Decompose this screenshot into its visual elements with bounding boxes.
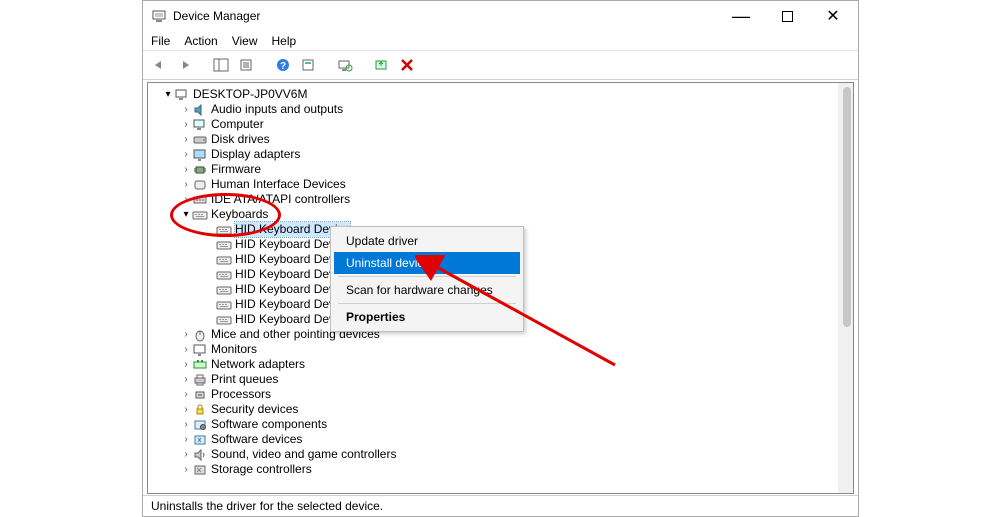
app-icon (151, 8, 167, 24)
root-label: DESKTOP-JP0VV6M (193, 87, 307, 102)
display-icon (192, 148, 208, 162)
hid-icon (192, 178, 208, 192)
close-button[interactable]: ✕ (810, 1, 856, 31)
category-display-adapters[interactable]: ›Display adapters (148, 147, 838, 162)
minimize-button[interactable]: — (718, 1, 764, 31)
svg-text:?: ? (280, 61, 286, 72)
chip-icon (192, 163, 208, 177)
context-menu: Update driver Uninstall device Scan for … (330, 226, 524, 332)
properties-button[interactable] (235, 53, 259, 77)
net-icon (192, 358, 208, 372)
ctx-scan-hardware[interactable]: Scan for hardware changes (334, 279, 520, 301)
menu-action[interactable]: Action (184, 34, 217, 48)
category-ide-ata-atapi-controllers[interactable]: ›IDE ATA/ATAPI controllers (148, 192, 838, 207)
ide-icon (192, 193, 208, 207)
monitor-icon (192, 343, 208, 357)
tree-root[interactable]: ▾DESKTOP-JP0VV6M (148, 87, 838, 102)
keyboard-icon (216, 223, 232, 237)
computer-icon (192, 118, 208, 132)
category-keyboards[interactable]: ▾Keyboards (148, 207, 838, 222)
nav-forward-button[interactable] (173, 53, 197, 77)
nav-back-button[interactable] (147, 53, 171, 77)
uninstall-button[interactable] (395, 53, 419, 77)
category-print-queues[interactable]: ›Print queues (148, 372, 838, 387)
category-human-interface-devices[interactable]: ›Human Interface Devices (148, 177, 838, 192)
action-button[interactable] (297, 53, 321, 77)
security-icon (192, 403, 208, 417)
category-sound-video-and-game-controllers[interactable]: ›Sound, video and game controllers (148, 447, 838, 462)
menu-file[interactable]: File (151, 34, 170, 48)
keyboard-icon (216, 298, 232, 312)
ctx-properties[interactable]: Properties (334, 306, 520, 328)
keyboard-icon (216, 268, 232, 282)
help-button[interactable]: ? (271, 53, 295, 77)
keyboard-icon (216, 238, 232, 252)
toolbar: ? (143, 51, 858, 80)
category-disk-drives[interactable]: ›Disk drives (148, 132, 838, 147)
audio-icon (192, 103, 208, 117)
menu-help[interactable]: Help (272, 34, 297, 48)
window-title: Device Manager (173, 9, 260, 23)
menubar: File Action View Help (143, 31, 858, 51)
category-monitors[interactable]: ›Monitors (148, 342, 838, 357)
disk-icon (192, 133, 208, 147)
keyboard-icon (216, 253, 232, 267)
cpu-icon (192, 388, 208, 402)
ctx-update-driver[interactable]: Update driver (334, 230, 520, 252)
titlebar[interactable]: Device Manager — ✕ (143, 1, 858, 31)
scrollbar[interactable] (838, 83, 853, 493)
ctx-uninstall-device[interactable]: Uninstall device (334, 252, 520, 274)
category-firmware[interactable]: ›Firmware (148, 162, 838, 177)
sound-icon (192, 448, 208, 462)
menu-view[interactable]: View (232, 34, 258, 48)
category-security-devices[interactable]: ›Security devices (148, 402, 838, 417)
keyboard-icon (192, 208, 208, 222)
scan-hardware-button[interactable] (333, 53, 357, 77)
scrollbar-thumb[interactable] (843, 87, 851, 327)
keyboard-icon (216, 283, 232, 297)
update-driver-button[interactable] (369, 53, 393, 77)
maximize-button[interactable] (764, 1, 810, 31)
category-software-components[interactable]: ›Software components (148, 417, 838, 432)
category-software-devices[interactable]: ›Software devices (148, 432, 838, 447)
category-network-adapters[interactable]: ›Network adapters (148, 357, 838, 372)
status-bar: Uninstalls the driver for the selected d… (143, 495, 858, 516)
mouse-icon (192, 328, 208, 342)
keyboard-icon (216, 313, 232, 327)
show-hide-tree-button[interactable] (209, 53, 233, 77)
status-text: Uninstalls the driver for the selected d… (151, 499, 383, 513)
swcomp-icon (192, 418, 208, 432)
category-audio-inputs-and-outputs[interactable]: ›Audio inputs and outputs (148, 102, 838, 117)
swdev-icon (192, 433, 208, 447)
category-computer[interactable]: ›Computer (148, 117, 838, 132)
storage-icon (192, 463, 208, 477)
printer-icon (192, 373, 208, 387)
category-processors[interactable]: ›Processors (148, 387, 838, 402)
computer-icon (174, 88, 190, 102)
category-storage-controllers[interactable]: ›Storage controllers (148, 462, 838, 477)
